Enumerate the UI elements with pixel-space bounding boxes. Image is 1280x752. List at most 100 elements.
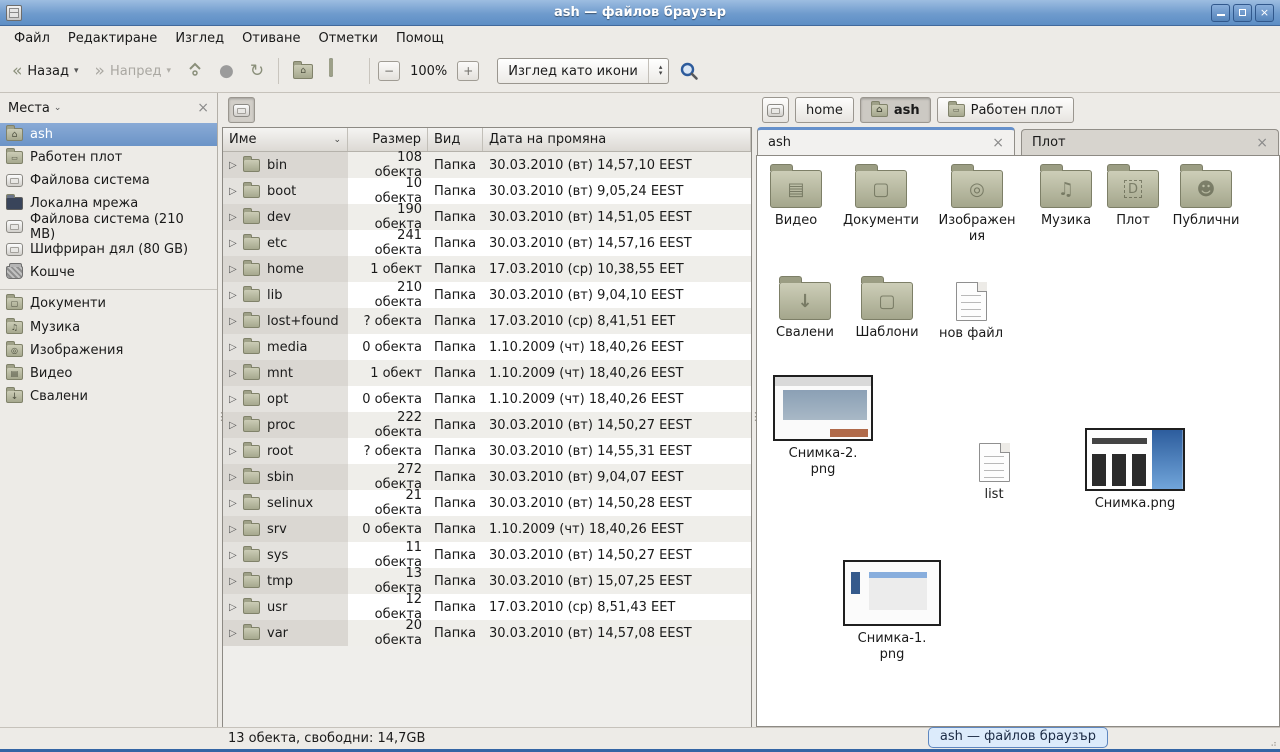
table-row[interactable]: ▷ media 0 обекта Папка 1.10.2009 (чт) 18… (223, 334, 751, 360)
sidebar-item[interactable]: Файлова система (0, 169, 217, 192)
sidebar-close-icon[interactable]: × (197, 100, 209, 116)
table-row[interactable]: ▷ mnt 1 обект Папка 1.10.2009 (чт) 18,40… (223, 360, 751, 386)
table-row[interactable]: ▷ opt 0 обекта Папка 1.10.2009 (чт) 18,4… (223, 386, 751, 412)
view-mode-select[interactable]: Изглед като икони ▴▾ (497, 58, 669, 84)
maximize-button[interactable] (1233, 4, 1252, 22)
expander-icon[interactable]: ▷ (229, 212, 243, 223)
column-header-size[interactable]: Размер (348, 128, 428, 151)
table-row[interactable]: ▷ lib 210 обекта Папка 30.03.2010 (вт) 9… (223, 282, 751, 308)
root-path-button[interactable] (762, 97, 789, 123)
menu-item[interactable]: Отметки (310, 29, 385, 48)
expander-icon[interactable]: ▷ (229, 602, 243, 613)
expander-icon[interactable]: ▷ (229, 550, 243, 561)
icon-item[interactable]: Публични (1165, 170, 1247, 229)
sidebar-item[interactable]: Видео (0, 362, 217, 385)
icon-item[interactable]: list (963, 443, 1025, 503)
table-row[interactable]: ▷ srv 0 обекта Папка 1.10.2009 (чт) 18,4… (223, 516, 751, 542)
expander-icon[interactable]: ▷ (229, 472, 243, 483)
icon-item[interactable]: нов файл (929, 282, 1013, 342)
table-row[interactable]: ▷ var 20 обекта Папка 30.03.2010 (вт) 14… (223, 620, 751, 646)
table-row[interactable]: ▷ sbin 272 обекта Папка 30.03.2010 (вт) … (223, 464, 751, 490)
column-header-name[interactable]: Име ⌄ (223, 128, 348, 151)
menu-item[interactable]: Изглед (167, 29, 232, 48)
up-button[interactable] (181, 57, 209, 85)
table-row[interactable]: ▷ dev 190 обекта Папка 30.03.2010 (вт) 1… (223, 204, 751, 230)
pane-splitter[interactable] (218, 93, 222, 727)
expander-icon[interactable]: ▷ (229, 628, 243, 639)
sidebar-item[interactable]: Изображения (0, 339, 217, 362)
table-row[interactable]: ▷ root ? обекта Папка 30.03.2010 (вт) 14… (223, 438, 751, 464)
icon-item[interactable]: Изображен ия (928, 170, 1026, 244)
table-row[interactable]: ▷ selinux 21 обекта Папка 30.03.2010 (вт… (223, 490, 751, 516)
column-header-date[interactable]: Дата на промяна (483, 128, 751, 151)
forward-button[interactable]: » Напред ▾ (89, 59, 177, 84)
icon-item[interactable]: Музика (1030, 170, 1102, 229)
title-bar[interactable]: ash — файлов браузър × (0, 0, 1280, 26)
icon-item[interactable]: Снимка-1. png (838, 560, 946, 662)
forward-history-chevron-icon[interactable]: ▾ (166, 66, 171, 76)
icon-item[interactable]: Свалени (764, 282, 846, 341)
home-button[interactable] (287, 60, 319, 83)
expander-icon[interactable]: ▷ (229, 160, 243, 171)
sidebar-mode-chevron-icon[interactable]: ⌄ (54, 103, 62, 113)
sidebar-item[interactable]: Кошче (0, 261, 217, 284)
reload-button[interactable]: ↻ (244, 59, 270, 84)
icon-view[interactable]: Видео Документи Изображен ия Музика (756, 155, 1280, 727)
sidebar-item[interactable]: Шифриран дял (80 GB) (0, 238, 217, 261)
tab-close-icon[interactable]: × (1256, 135, 1268, 151)
tab-plot[interactable]: Плот × (1021, 129, 1279, 155)
expander-icon[interactable]: ▷ (229, 264, 243, 275)
table-row[interactable]: ▷ tmp 13 обекта Папка 30.03.2010 (вт) 15… (223, 568, 751, 594)
computer-button[interactable] (323, 56, 361, 86)
expander-icon[interactable]: ▷ (229, 446, 243, 457)
tab-ash[interactable]: ash × (757, 127, 1015, 155)
table-row[interactable]: ▷ bin 108 обекта Папка 30.03.2010 (вт) 1… (223, 152, 751, 178)
sidebar-item[interactable]: Работен плот (0, 146, 217, 169)
path-button-home[interactable]: home (795, 97, 854, 123)
path-button-current[interactable]: ash (860, 97, 931, 123)
column-header-type[interactable]: Вид (428, 128, 483, 151)
zoom-in-button[interactable]: + (457, 61, 479, 81)
sidebar-item[interactable]: Файлова система (210 MB) (0, 215, 217, 238)
table-row[interactable]: ▷ etc 241 обекта Папка 30.03.2010 (вт) 1… (223, 230, 751, 256)
expander-icon[interactable]: ▷ (229, 186, 243, 197)
table-row[interactable]: ▷ sys 11 обекта Папка 30.03.2010 (вт) 14… (223, 542, 751, 568)
back-button[interactable]: « Назад ▾ (6, 59, 85, 84)
table-row[interactable]: ▷ home 1 обект Папка 17.03.2010 (ср) 10,… (223, 256, 751, 282)
table-row[interactable]: ▷ boot 10 обекта Папка 30.03.2010 (вт) 9… (223, 178, 751, 204)
sidebar-item[interactable]: ash (0, 123, 217, 146)
expander-icon[interactable]: ▷ (229, 342, 243, 353)
table-row[interactable]: ▷ proc 222 обекта Папка 30.03.2010 (вт) … (223, 412, 751, 438)
close-button[interactable]: × (1255, 4, 1274, 22)
expander-icon[interactable]: ▷ (229, 420, 243, 431)
expander-icon[interactable]: ▷ (229, 316, 243, 327)
menu-item[interactable]: Файл (6, 29, 58, 48)
expander-icon[interactable]: ▷ (229, 524, 243, 535)
icon-item[interactable]: Документи (834, 170, 928, 229)
minimize-button[interactable] (1211, 4, 1230, 22)
back-history-chevron-icon[interactable]: ▾ (74, 66, 79, 76)
expander-icon[interactable]: ▷ (229, 394, 243, 405)
icon-item[interactable]: Снимка-2. png (770, 375, 876, 477)
icon-item[interactable]: Снимка.png (1081, 428, 1189, 512)
menu-item[interactable]: Отиване (234, 29, 308, 48)
search-button[interactable] (673, 57, 705, 85)
resize-grip[interactable]: ⣠ (1270, 737, 1278, 747)
root-path-button[interactable] (228, 97, 255, 123)
stop-button[interactable]: ● (213, 59, 240, 84)
expander-icon[interactable]: ▷ (229, 290, 243, 301)
expander-icon[interactable]: ▷ (229, 498, 243, 509)
menu-item[interactable]: Помощ (388, 29, 452, 48)
sidebar-item[interactable]: Музика (0, 316, 217, 339)
zoom-out-button[interactable]: − (378, 61, 400, 81)
path-button-desktop[interactable]: Работен плот (937, 97, 1074, 123)
icon-item[interactable]: Шаблони (846, 282, 928, 341)
menu-item[interactable]: Редактиране (60, 29, 165, 48)
table-row[interactable]: ▷ usr 12 обекта Папка 17.03.2010 (ср) 8,… (223, 594, 751, 620)
table-row[interactable]: ▷ lost+found ? обекта Папка 17.03.2010 (… (223, 308, 751, 334)
expander-icon[interactable]: ▷ (229, 576, 243, 587)
icon-item[interactable]: Плот (1102, 170, 1164, 229)
expander-icon[interactable]: ▷ (229, 368, 243, 379)
icon-item[interactable]: Видео (761, 170, 831, 229)
expander-icon[interactable]: ▷ (229, 238, 243, 249)
